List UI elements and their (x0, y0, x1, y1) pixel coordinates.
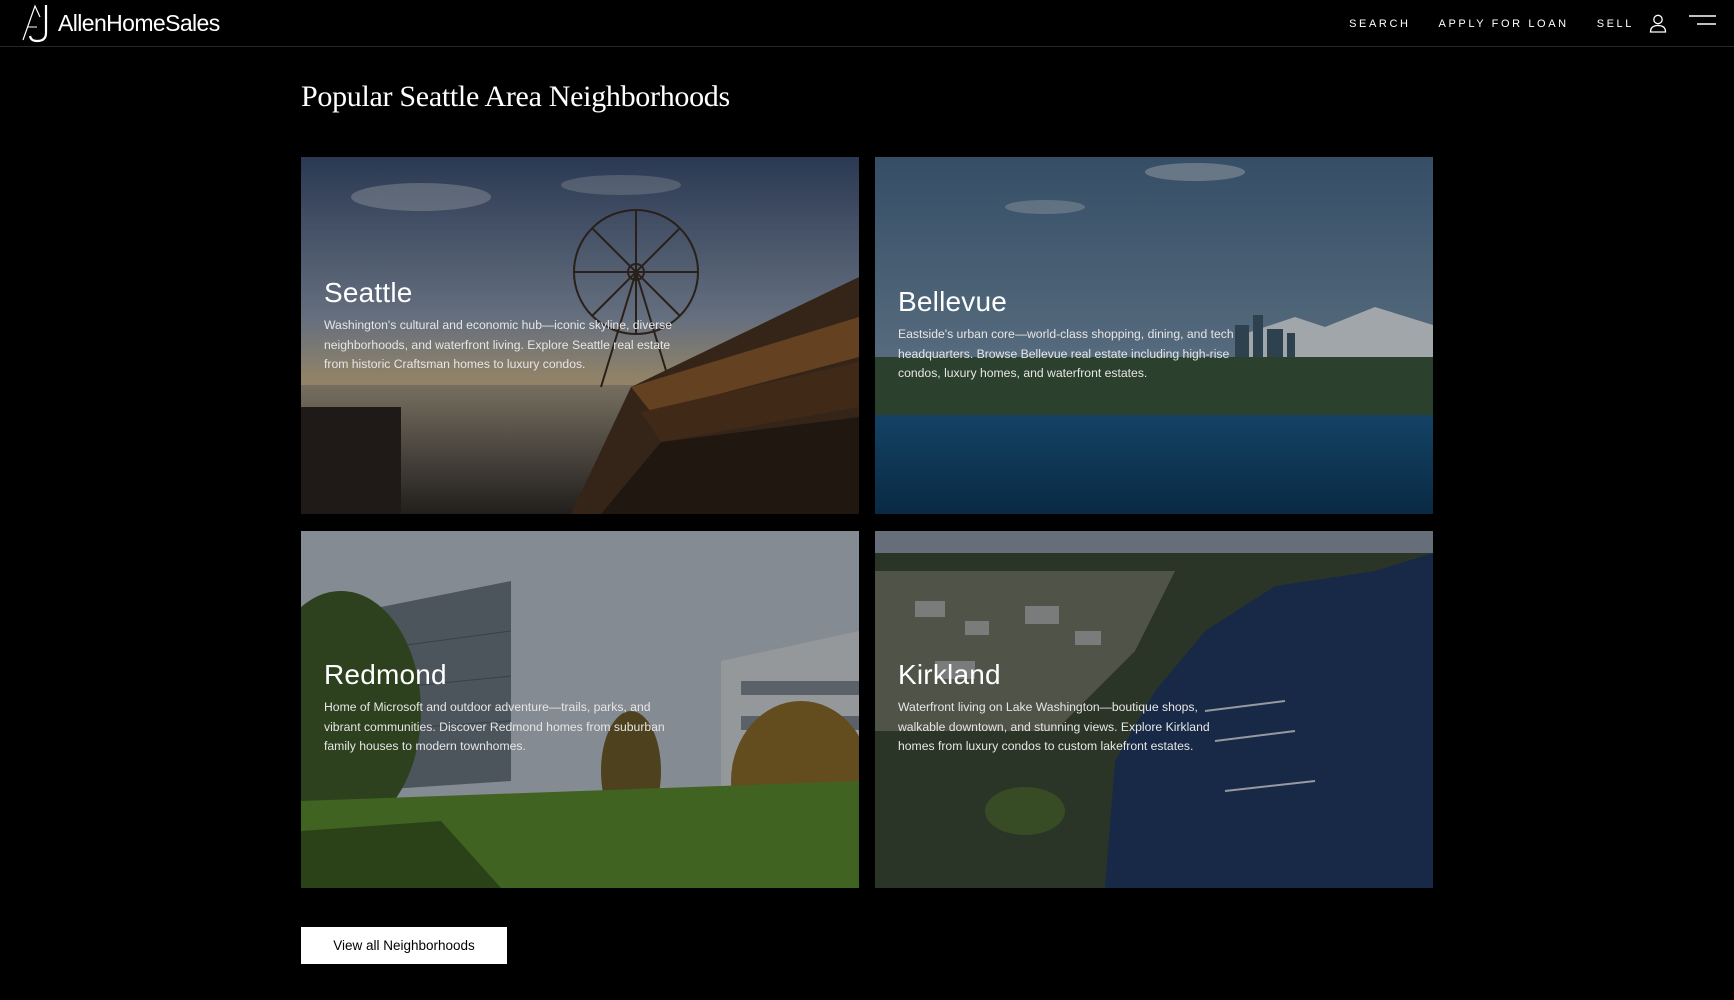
neighborhood-description: Eastside's urban core—world-class shoppi… (898, 327, 1234, 380)
nav-search[interactable]: SEARCH (1349, 18, 1410, 30)
logo-text: AllenHomeSales (58, 9, 220, 36)
site-logo[interactable]: AllenHomeSales (20, 3, 220, 43)
site-header: AllenHomeSales SEARCH APPLY FOR LOAN SEL… (0, 0, 1734, 47)
neighborhood-card-bellevue[interactable]: Bellevue Eastside's urban core—world-cla… (875, 157, 1433, 514)
view-all-neighborhoods-button[interactable]: View all Neighborhoods (301, 927, 507, 964)
main-nav: SEARCH APPLY FOR LOAN SELL (1321, 0, 1634, 47)
neighborhood-description: Waterfront living on Lake Washington—bou… (898, 700, 1210, 753)
neighborhood-description: Washington's cultural and economic hub—i… (324, 318, 673, 371)
nav-apply-for-loan[interactable]: APPLY FOR LOAN (1439, 18, 1569, 30)
nav-sell[interactable]: SELL (1597, 18, 1634, 30)
section-title: Popular Seattle Area Neighborhoods (301, 80, 730, 113)
neighborhood-card-redmond[interactable]: Redmond Home of Microsoft and outdoor ad… (301, 531, 859, 888)
hamburger-menu-icon[interactable] (1689, 14, 1716, 28)
aj-monogram-logo-icon (22, 4, 48, 43)
user-icon[interactable] (1648, 13, 1668, 33)
neighborhood-name: Bellevue (898, 286, 1008, 317)
neighborhood-grid: Seattle Washington's cultural and econom… (301, 157, 1434, 888)
neighborhood-card-seattle[interactable]: Seattle Washington's cultural and econom… (301, 157, 859, 514)
neighborhood-name: Kirkland (898, 659, 1001, 690)
neighborhood-name: Seattle (324, 277, 413, 308)
neighborhood-card-kirkland[interactable]: Kirkland Waterfront living on Lake Washi… (875, 531, 1433, 888)
neighborhood-name: Redmond (324, 659, 447, 690)
neighborhood-description: Home of Microsoft and outdoor adventure—… (324, 700, 665, 753)
